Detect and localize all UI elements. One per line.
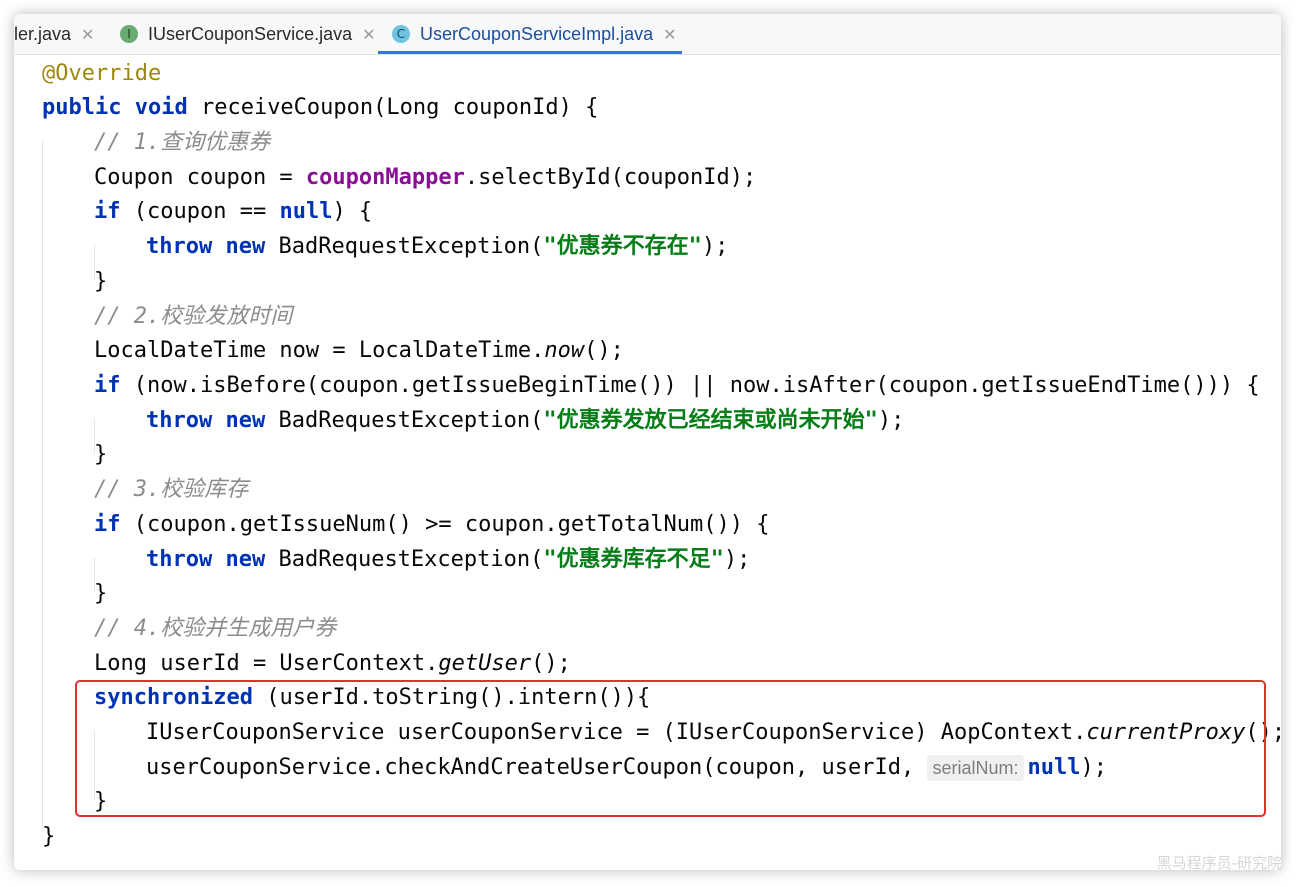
code-line: throw new BadRequestException("优惠券发放已经结束… <box>146 408 905 433</box>
active-tab-indicator <box>378 51 682 54</box>
code-line: } <box>42 824 56 849</box>
code-line: throw new BadRequestException("优惠券不存在"); <box>146 234 729 259</box>
code-line: Long userId = UserContext.getUser(); <box>94 651 571 676</box>
code-line: @Override <box>42 61 162 86</box>
close-icon[interactable]: ✕ <box>362 25 375 44</box>
tab-label: UserCouponServiceImpl.java <box>420 23 654 44</box>
tab-controller[interactable]: ler.java ✕ <box>14 14 94 54</box>
code-comment: // 1.查询优惠券 <box>94 130 271 155</box>
synchronized-block-highlight <box>75 680 1266 817</box>
code-line: Coupon coupon = couponMapper.selectById(… <box>94 165 757 190</box>
code-line: public void receiveCoupon(Long couponId)… <box>42 95 599 120</box>
code-line: if (now.isBefore(coupon.getIssueBeginTim… <box>94 373 1260 398</box>
code-line: } <box>94 442 108 467</box>
tab-usercouponserviceimpl[interactable]: C UserCouponServiceImpl.java ✕ <box>392 14 677 54</box>
indent-guide <box>42 141 43 831</box>
code-line: if (coupon.getIssueNum() >= coupon.getTo… <box>94 512 770 537</box>
tab-iusercouponservice[interactable]: I IUserCouponService.java ✕ <box>120 14 376 54</box>
close-icon[interactable]: ✕ <box>663 25 676 44</box>
editor-tab-bar: ler.java ✕ I IUserCouponService.java ✕ C… <box>14 14 1281 55</box>
interface-icon: I <box>120 25 138 43</box>
tab-label: IUserCouponService.java <box>148 23 353 44</box>
ide-window: ler.java ✕ I IUserCouponService.java ✕ C… <box>14 14 1281 870</box>
code-line: } <box>94 581 108 606</box>
code-line: throw new BadRequestException("优惠券库存不足")… <box>146 547 751 572</box>
close-icon[interactable]: ✕ <box>81 25 94 44</box>
code-comment: // 3.校验库存 <box>94 477 249 502</box>
watermark: 黑马程序员-研究院 <box>1156 854 1282 872</box>
code-line: } <box>94 269 108 294</box>
code-line: LocalDateTime now = LocalDateTime.now(); <box>94 338 624 363</box>
code-comment: // 2.校验发放时间 <box>94 304 293 329</box>
code-comment: // 4.校验并生成用户券 <box>94 616 337 641</box>
tab-label: ler.java <box>14 23 72 44</box>
class-icon: C <box>392 25 410 43</box>
code-line: if (coupon == null) { <box>94 199 373 224</box>
